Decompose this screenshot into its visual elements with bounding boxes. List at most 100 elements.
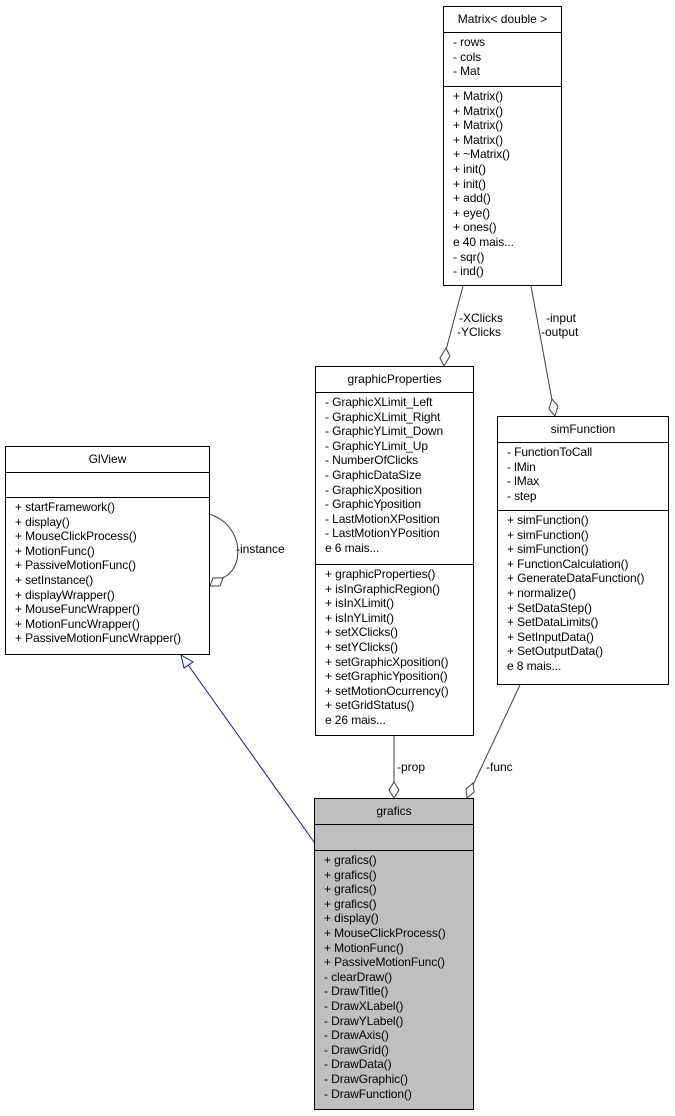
- class-method: - DrawGraphic(): [324, 1071, 408, 1086]
- class-method: + MouseClickProcess(): [324, 925, 446, 940]
- class-attribute: - GraphicYLimit_Up: [325, 438, 428, 453]
- class-method: + SetInputData(): [507, 629, 594, 644]
- methods-section: + simFunction() + simFunction() + simFunct…: [498, 511, 668, 676]
- class-method: + graphicProperties(): [325, 567, 436, 581]
- class-attribute: - rows: [453, 35, 486, 49]
- edge-func: [465, 684, 521, 799]
- class-method: + displayWrapper(): [15, 587, 115, 602]
- class-attribute: - GraphicXLimit_Right: [325, 409, 441, 424]
- attributes-section: - GraphicXLimit_Left - GraphicXLimit_Righ…: [316, 393, 473, 565]
- class-method: + display(): [15, 514, 70, 529]
- class-method: + simFunction(): [507, 527, 589, 542]
- class-method: e 26 mais...: [325, 712, 386, 727]
- class-method: + normalize(): [507, 585, 577, 600]
- aggregation-diamond-icon: [388, 781, 400, 799]
- class-method: - DrawFunction(): [324, 1086, 412, 1101]
- class-method: e 40 mais...: [453, 234, 514, 249]
- class-method: + MotionFunc(): [15, 543, 95, 558]
- class-method: + Matrix(): [453, 118, 504, 133]
- class-method: - DrawAxis(): [324, 1028, 389, 1043]
- methods-section: + startFramework() + display() + MouseClic…: [6, 498, 209, 648]
- class-method: + simFunction(): [507, 513, 589, 527]
- class-method: - ind(): [453, 264, 484, 279]
- class-method: - DrawGrid(): [324, 1042, 389, 1057]
- class-method: + SetDataLimits(): [507, 615, 599, 630]
- class-attribute: - NumberOfClicks: [325, 453, 419, 468]
- class-attribute: - GraphicXposition: [325, 482, 422, 497]
- class-attribute: - lMax: [507, 474, 540, 489]
- class-method: + SetOutputData(): [507, 644, 604, 659]
- class-attribute: - LastMotionXPosition: [325, 511, 440, 526]
- class-method: + ~Matrix(): [453, 147, 510, 162]
- edge-label-instance: -instance: [236, 542, 285, 556]
- class-method: + MouseClickProcess(): [15, 529, 137, 544]
- class-graphic-properties[interactable]: graphicProperties - GraphicXLimit_Left - …: [315, 366, 474, 736]
- class-method: + PassiveMotionFunc(): [324, 955, 445, 970]
- edge-instance: [208, 513, 239, 587]
- class-method: + isInXLimit(): [325, 596, 394, 611]
- class-method: + setGraphicYposition(): [325, 669, 448, 684]
- class-method: + add(): [453, 191, 491, 206]
- class-method: + MotionFuncWrapper(): [15, 616, 140, 631]
- class-attribute: - GraphicYposition: [325, 497, 422, 512]
- edge-input-output: [530, 285, 559, 418]
- class-method: + PassiveMotionFuncWrapper(): [15, 631, 182, 646]
- class-matrix[interactable]: Matrix< double > - rows - cols - Mat + Mat…: [443, 6, 562, 286]
- edge-label-output: -output: [541, 325, 579, 339]
- class-attribute: e 6 mais...: [325, 540, 380, 555]
- aggregation-diamond-icon: [548, 397, 559, 418]
- class-method: + grafics(): [324, 867, 377, 882]
- class-method: + setGraphicXposition(): [325, 654, 449, 669]
- class-attribute: - step: [507, 488, 537, 503]
- class-method: + GenerateDataFunction(): [507, 571, 645, 586]
- class-method: - DrawTitle(): [324, 984, 389, 999]
- class-method: + FunctionCalculation(): [507, 556, 629, 571]
- class-attribute: - lMin: [507, 459, 536, 474]
- class-method: - DrawXLabel(): [324, 998, 404, 1013]
- aggregation-diamond-icon: [439, 346, 451, 368]
- class-attribute: - GraphicYLimit_Down: [325, 424, 444, 439]
- class-method: + setGridStatus(): [325, 698, 415, 713]
- edge-label-func: -func: [486, 760, 513, 774]
- class-glview[interactable]: GlView + startFramework() + display() + Mo…: [5, 446, 210, 655]
- class-grafics[interactable]: grafics + grafics() + grafics() + grafics(…: [314, 798, 474, 1110]
- methods-section: + Matrix() + Matrix() + Matrix() + Matrix()…: [444, 87, 561, 281]
- class-name: grafics: [315, 799, 473, 825]
- aggregation-diamond-icon: [209, 577, 224, 587]
- attributes-section: - rows - cols - Mat: [444, 33, 561, 87]
- class-method: - clearDraw(): [324, 969, 393, 984]
- class-method: e 8 mais...: [507, 658, 562, 673]
- class-method: + init(): [453, 176, 486, 191]
- class-method: + Matrix(): [453, 132, 504, 147]
- class-name: Matrix< double >: [444, 7, 561, 33]
- class-method: + setMotionOcurrency(): [325, 683, 449, 698]
- class-method: - sqr(): [453, 249, 485, 264]
- class-attribute: - GraphicXLimit_Left: [325, 395, 433, 409]
- class-method: + init(): [453, 161, 486, 176]
- class-method: + SetDataStep(): [507, 600, 592, 615]
- class-attribute: - cols: [453, 49, 482, 64]
- class-method: + setYClicks(): [325, 639, 398, 654]
- class-method: - DrawData(): [324, 1057, 392, 1072]
- inheritance-arrow-icon: [180, 653, 194, 669]
- class-sim-function[interactable]: simFunction - FunctionToCall - lMin - lMax…: [497, 416, 669, 685]
- class-method: + Matrix(): [453, 89, 504, 103]
- aggregation-diamond-icon: [465, 782, 475, 799]
- class-method: + isInYLimit(): [325, 610, 394, 625]
- class-method: + simFunction(): [507, 542, 589, 557]
- class-method: + eye(): [453, 205, 490, 220]
- class-method: + MouseFuncWrapper(): [15, 602, 140, 617]
- edge-label-yclicks: -YClicks: [457, 325, 501, 339]
- class-method: + grafics(): [324, 853, 377, 867]
- edge-inheritance: [180, 653, 315, 843]
- attributes-section: [6, 473, 209, 498]
- attributes-section: - FunctionToCall - lMin - lMax - step: [498, 443, 668, 511]
- class-method: + grafics(): [324, 882, 377, 897]
- class-method: + Matrix(): [453, 103, 504, 118]
- edge-label-input: -input: [546, 311, 577, 325]
- class-name: simFunction: [498, 417, 668, 443]
- class-method: + startFramework(): [15, 500, 115, 514]
- class-attribute: - LastMotionYPosition: [325, 526, 440, 541]
- attributes-section: [315, 825, 473, 851]
- class-method: - DrawYLabel(): [324, 1013, 404, 1028]
